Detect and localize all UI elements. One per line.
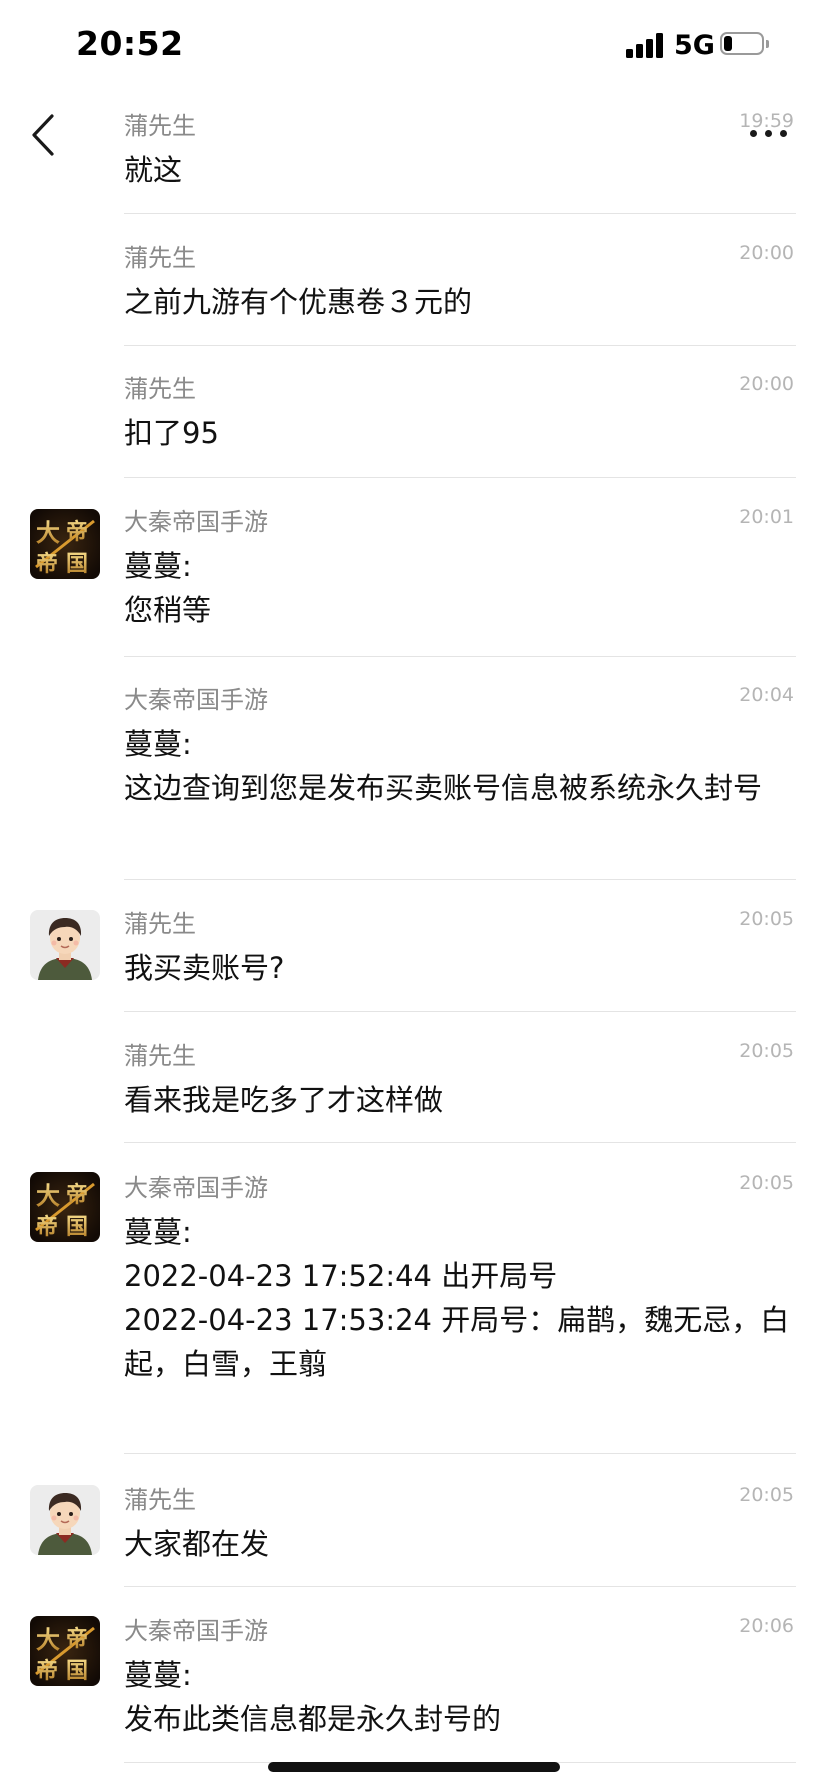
message-sender: 大秦帝国手游 (124, 1617, 268, 1645)
divider (124, 1453, 796, 1454)
home-indicator[interactable] (268, 1762, 560, 1772)
battery-icon (720, 32, 770, 57)
message-sender: 蒲先生 (124, 1486, 196, 1514)
divider (124, 1142, 796, 1143)
back-button[interactable] (26, 110, 66, 160)
message-text: 我买卖账号? (124, 951, 285, 985)
user-avatar[interactable] (30, 910, 100, 980)
message-time: 19:59 (739, 110, 794, 132)
divider (124, 879, 796, 880)
message-text: 看来我是吃多了才这样做 (124, 1083, 444, 1117)
chevron-left-icon (32, 114, 54, 156)
message-time: 20:05 (739, 1172, 794, 1194)
message-sender: 蒲先生 (124, 375, 196, 403)
user-avatar[interactable] (30, 1485, 100, 1555)
message-sender: 大秦帝国手游 (124, 1174, 268, 1202)
message-text: 蔓蔓: 这边查询到您是发布买卖账号信息被系统永久封号 (124, 727, 763, 805)
message-text: 蔓蔓: 您稍等 (124, 549, 212, 627)
svg-text:帝: 帝 (66, 1626, 88, 1652)
game-logo-avatar[interactable]: 大 帝 帝 国 (30, 1616, 100, 1686)
message-text: 蔓蔓: 发布此类信息都是永久封号的 (124, 1658, 502, 1736)
message-time: 20:05 (739, 1040, 794, 1062)
svg-text:帝: 帝 (36, 1658, 58, 1684)
game-logo-avatar[interactable]: 大 帝 帝 国 (30, 509, 100, 579)
message-sender: 蒲先生 (124, 910, 196, 938)
svg-text:帝: 帝 (36, 551, 58, 577)
message-text: 就这 (124, 153, 183, 187)
divider (124, 213, 796, 214)
svg-text:国: 国 (66, 1214, 88, 1240)
message-time: 20:00 (739, 242, 794, 264)
svg-text:帝: 帝 (66, 1182, 88, 1208)
message-time: 20:01 (739, 506, 794, 528)
message-text: 蔓蔓: 2022-04-23 17:52:44 出开局号 2022-04-23 … (124, 1215, 790, 1381)
message-sender: 蒲先生 (124, 1042, 196, 1070)
message-sender: 蒲先生 (124, 112, 196, 140)
svg-text:大: 大 (36, 1181, 60, 1210)
svg-text:大: 大 (36, 1625, 60, 1654)
message-sender: 大秦帝国手游 (124, 508, 268, 536)
divider (124, 345, 796, 346)
divider (124, 1011, 796, 1012)
network-label: 5G (674, 30, 715, 61)
status-bar: 20:52 5G (0, 0, 828, 92)
message-time: 20:06 (739, 1615, 794, 1637)
message-time: 20:05 (739, 1484, 794, 1506)
message-sender: 蒲先生 (124, 244, 196, 272)
divider (124, 656, 796, 657)
message-text: 大家都在发 (124, 1527, 270, 1561)
status-time: 20:52 (76, 24, 184, 63)
message-time: 20:04 (739, 684, 794, 706)
svg-text:帝: 帝 (66, 519, 88, 545)
svg-text:大: 大 (36, 518, 60, 547)
divider (124, 477, 796, 478)
divider (124, 1586, 796, 1587)
svg-text:国: 国 (66, 551, 88, 577)
message-sender: 大秦帝国手游 (124, 686, 268, 714)
game-logo-avatar[interactable]: 大 帝 帝 国 (30, 1172, 100, 1242)
message-text: 扣了95 (124, 416, 219, 450)
message-time: 20:05 (739, 908, 794, 930)
message-time: 20:00 (739, 373, 794, 395)
message-text: 之前九游有个优惠卷３元的 (124, 285, 473, 319)
svg-text:国: 国 (66, 1658, 88, 1684)
signal-bars-icon (626, 32, 666, 58)
svg-text:帝: 帝 (36, 1214, 58, 1240)
